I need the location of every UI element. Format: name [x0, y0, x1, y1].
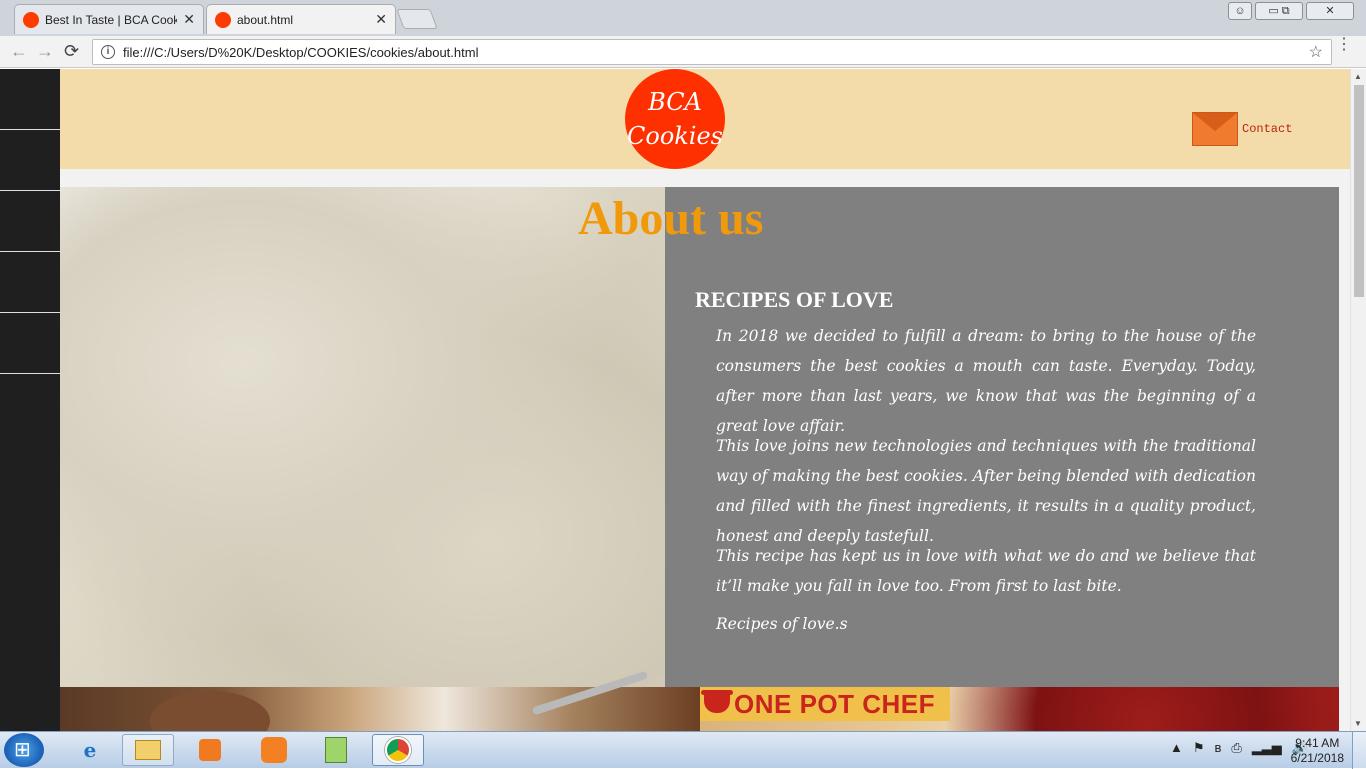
- file-explorer-icon[interactable]: [122, 734, 174, 766]
- reload-icon[interactable]: ⟳: [64, 41, 79, 62]
- notepad-plus-icon[interactable]: [310, 734, 362, 766]
- side-nav-item[interactable]: [0, 130, 60, 191]
- site-favicon-icon: [215, 11, 231, 28]
- back-icon[interactable]: ←: [10, 41, 28, 62]
- taskbar-clock[interactable]: 9:41 AM 6/21/2018: [1291, 736, 1344, 766]
- window-controls: ☺ ▭ ⧉ ✕: [1228, 2, 1354, 20]
- tab-strip: Best In Taste | BCA Cooki ✕ about.html ✕…: [0, 0, 1366, 36]
- page-viewport: BCA Cookies Contact RECIPES OF LOVE In 2…: [0, 69, 1350, 731]
- tab-title: about.html: [237, 12, 294, 27]
- clock-date: 6/21/2018: [1290, 751, 1344, 765]
- info-icon[interactable]: i: [101, 45, 115, 59]
- windows-taskbar: e ▲ ⚑ ʙ ⎙ ▂▃▅ 🔊 9:41 AM 6/21/2018: [0, 731, 1366, 769]
- system-tray: ▲ ⚑ ʙ ⎙ ▂▃▅ 🔊: [1170, 740, 1308, 756]
- show-hidden-icons-icon[interactable]: ▲: [1170, 740, 1183, 756]
- action-center-flag-icon[interactable]: ⚑: [1193, 740, 1205, 756]
- url-text[interactable]: file:///C:/Users/D%20K/Desktop/COOKIES/c…: [123, 45, 478, 60]
- tab-best-in-taste[interactable]: Best In Taste | BCA Cooki ✕: [14, 4, 204, 34]
- story-signoff: Recipes of love.s: [716, 615, 848, 633]
- logo-line-2: Cookies: [627, 122, 723, 150]
- side-nav-item[interactable]: [0, 69, 60, 130]
- scroll-up-icon[interactable]: ▲: [1354, 72, 1362, 81]
- story-paragraph: In 2018 we decided to fulfill a dream: t…: [716, 327, 1256, 435]
- pot-icon: [701, 690, 733, 713]
- device-icon[interactable]: ⎙: [1231, 740, 1241, 756]
- bluetooth-icon[interactable]: ʙ: [1215, 740, 1222, 756]
- address-bar[interactable]: i file:///C:/Users/D%20K/Desktop/COOKIES…: [92, 39, 1332, 65]
- chrome-icon[interactable]: [372, 734, 424, 766]
- scroll-down-icon[interactable]: ▼: [1354, 719, 1362, 728]
- user-icon[interactable]: ☺: [1228, 2, 1252, 20]
- side-nav-item[interactable]: [0, 252, 60, 313]
- browser-menu-icon[interactable]: ⋮: [1336, 37, 1352, 53]
- flour-image: [60, 187, 665, 687]
- bca-cookies-logo[interactable]: BCA Cookies: [625, 69, 725, 169]
- contact-label[interactable]: Contact: [1242, 122, 1292, 136]
- xampp-icon[interactable]: [248, 734, 300, 766]
- banner-text: ONE POT CHEF: [734, 688, 936, 719]
- story-paragraph: This recipe has kept us in love with wha…: [716, 547, 1256, 595]
- bookmark-star-icon[interactable]: ☆: [1309, 42, 1323, 62]
- site-header: BCA Cookies Contact: [60, 69, 1350, 169]
- red-velvet-photo: ONE POT CHEF: [700, 687, 1339, 731]
- scroll-thumb[interactable]: [1354, 85, 1364, 297]
- side-nav-item[interactable]: [0, 313, 60, 374]
- about-text-panel: RECIPES OF LOVE In 2018 we decided to fu…: [665, 187, 1339, 687]
- cookie-photo: [60, 670, 700, 731]
- browser-toolbar: ← → ⟳ i file:///C:/Users/D%20K/Desktop/C…: [0, 36, 1366, 68]
- start-button[interactable]: [4, 733, 44, 767]
- minimize-maximize-button[interactable]: ▭ ⧉: [1255, 2, 1303, 20]
- new-tab-button[interactable]: [396, 9, 438, 29]
- forward-icon[interactable]: →: [36, 41, 54, 62]
- close-window-button[interactable]: ✕: [1306, 2, 1354, 20]
- site-favicon-icon: [23, 11, 39, 28]
- tab-about[interactable]: about.html ✕: [206, 4, 396, 34]
- page-title: About us: [578, 192, 764, 245]
- gallery-strip: ONE POT CHEF: [60, 670, 1339, 731]
- internet-explorer-icon[interactable]: e: [64, 734, 116, 766]
- show-desktop-button[interactable]: [1352, 732, 1366, 769]
- envelope-icon[interactable]: [1192, 112, 1238, 146]
- logo-line-1: BCA: [648, 88, 702, 116]
- network-signal-icon[interactable]: ▂▃▅: [1252, 740, 1282, 756]
- recipes-heading: RECIPES OF LOVE: [695, 287, 894, 312]
- side-nav: [0, 69, 60, 731]
- media-player-icon[interactable]: [184, 734, 236, 766]
- tab-title: Best In Taste | BCA Cooki: [45, 12, 178, 27]
- tab-close-icon[interactable]: ✕: [375, 11, 387, 28]
- tab-close-icon[interactable]: ✕: [183, 11, 195, 28]
- chocolate-cookie-image: [150, 691, 270, 731]
- about-section: RECIPES OF LOVE In 2018 we decided to fu…: [60, 187, 1339, 687]
- page-scrollbar[interactable]: ▲ ▼: [1350, 69, 1366, 731]
- one-pot-chef-banner: ONE POT CHEF: [700, 687, 950, 721]
- story-paragraph: This love joins new technologies and tec…: [716, 437, 1256, 545]
- side-nav-item[interactable]: [0, 191, 60, 252]
- clock-time: 9:41 AM: [1295, 736, 1340, 750]
- contact-link[interactable]: Contact: [1192, 112, 1292, 146]
